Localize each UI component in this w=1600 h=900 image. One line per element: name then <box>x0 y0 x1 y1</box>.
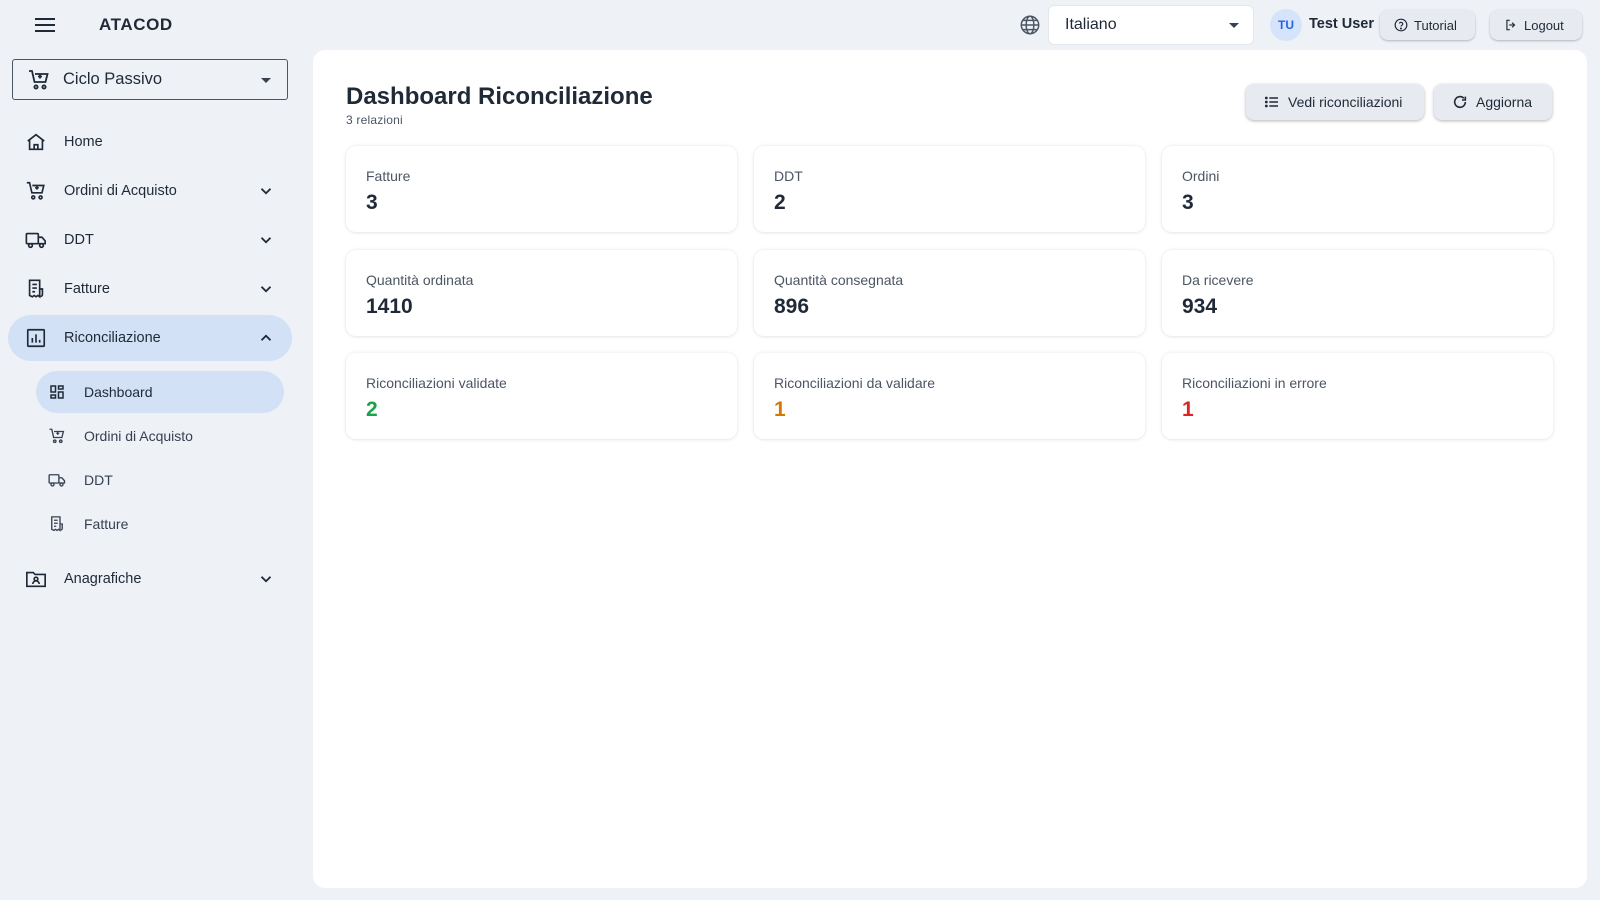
stat-card-fatture: Fatture 3 <box>346 146 737 232</box>
refresh-label: Aggiorna <box>1476 94 1533 110</box>
chevron-down-icon <box>257 280 275 298</box>
stat-card-ordini: Ordini 3 <box>1162 146 1553 232</box>
refresh-button[interactable]: Aggiorna <box>1434 84 1552 120</box>
chevron-down-icon <box>257 231 275 249</box>
language-select[interactable]: Italiano <box>1048 5 1254 45</box>
view-reconciliations-button[interactable]: Vedi riconciliazioni <box>1246 84 1424 120</box>
help-circle-icon <box>1394 18 1408 32</box>
stat-value: 1 <box>774 398 786 421</box>
stat-value: 3 <box>1182 191 1194 214</box>
view-reconciliations-label: Vedi riconciliazioni <box>1288 94 1403 110</box>
stat-value: 2 <box>774 191 786 214</box>
stat-label: Quantità ordinata <box>366 272 474 288</box>
app-brand: ATACOD <box>99 15 173 34</box>
sidebar-item-label: Home <box>64 134 103 150</box>
subnav-item-label: Ordini di Acquisto <box>84 428 193 444</box>
logout-icon <box>1504 18 1518 32</box>
chart-icon <box>24 326 48 350</box>
sidebar-item-label: Riconciliazione <box>64 330 161 346</box>
tutorial-label: Tutorial <box>1414 17 1457 33</box>
subnav-item-ddt[interactable]: DDT <box>36 459 284 501</box>
cycle-value: Ciclo Passivo <box>63 70 163 88</box>
list-icon <box>1264 94 1280 110</box>
sidebar-item-label: Anagrafiche <box>64 571 142 587</box>
dashboard-icon <box>48 383 66 401</box>
receipt-icon <box>24 277 48 301</box>
cart-icon <box>48 427 66 445</box>
sidebar-item-ddt[interactable]: DDT <box>8 217 292 263</box>
page-subtitle: 3 relazioni <box>346 113 403 127</box>
receipt-icon <box>48 515 66 533</box>
globe-icon <box>1019 14 1041 36</box>
avatar[interactable]: TU <box>1270 9 1302 41</box>
logout-button[interactable]: Logout <box>1490 10 1582 40</box>
stat-label: Riconciliazioni da validare <box>774 375 936 391</box>
stat-label: Fatture <box>366 168 411 184</box>
tutorial-button[interactable]: Tutorial <box>1380 10 1475 40</box>
truck-icon <box>48 471 66 489</box>
stat-card-quantita-ordinata: Quantità ordinata 1410 <box>346 250 737 336</box>
sidebar-item-home[interactable]: Home <box>8 119 292 165</box>
subnav-item-label: Dashboard <box>84 384 153 400</box>
home-icon <box>24 130 48 154</box>
stat-label: Da ricevere <box>1182 272 1254 288</box>
cart-icon <box>24 179 48 203</box>
caret-down-icon <box>261 78 271 83</box>
language-value: Italiano <box>1065 16 1117 33</box>
truck-icon <box>24 228 48 252</box>
chevron-up-icon <box>257 329 275 347</box>
stat-label: Ordini <box>1182 168 1220 184</box>
subnav-item-ordini[interactable]: Ordini di Acquisto <box>36 415 284 457</box>
sidebar-item-label: Fatture <box>64 281 110 297</box>
stat-value: 2 <box>366 398 378 421</box>
subnav-item-label: DDT <box>84 472 113 488</box>
stat-card-da-validare: Riconciliazioni da validare 1 <box>754 353 1145 439</box>
sidebar-item-ordini[interactable]: Ordini di Acquisto <box>8 168 292 214</box>
stat-label: Riconciliazioni in errore <box>1182 375 1327 391</box>
logout-label: Logout <box>1524 17 1564 33</box>
sidebar-item-fatture[interactable]: Fatture <box>8 266 292 312</box>
cart-icon <box>27 68 51 92</box>
stat-value: 3 <box>366 191 378 214</box>
stat-card-ddt: DDT 2 <box>754 146 1145 232</box>
user-name: Test User <box>1309 16 1375 32</box>
stat-label: Quantità consegnata <box>774 272 904 288</box>
sidebar-item-label: DDT <box>64 232 94 248</box>
sidebar-item-label: Ordini di Acquisto <box>64 183 177 199</box>
caret-down-icon <box>1229 23 1239 28</box>
cycle-select[interactable]: Ciclo Passivo <box>12 59 288 100</box>
top-bar: ATACOD Italiano TU Test User Tutorial Lo… <box>0 0 1600 50</box>
stat-label: Riconciliazioni validate <box>366 375 507 391</box>
stat-value: 896 <box>774 295 810 318</box>
stat-card-in-errore: Riconciliazioni in errore 1 <box>1162 353 1553 439</box>
subnav-item-label: Fatture <box>84 516 129 532</box>
folder-user-icon <box>24 567 48 591</box>
main-panel: Dashboard Riconciliazione 3 relazioni Ve… <box>313 50 1587 888</box>
stat-value: 934 <box>1182 295 1218 318</box>
sidebar-item-anagrafiche[interactable]: Anagrafiche <box>8 556 292 602</box>
stat-card-quantita-consegnata: Quantità consegnata 896 <box>754 250 1145 336</box>
subnav-item-dashboard[interactable]: Dashboard <box>36 371 284 413</box>
chevron-down-icon <box>257 182 275 200</box>
stat-card-validate: Riconciliazioni validate 2 <box>346 353 737 439</box>
stat-value: 1410 <box>366 295 413 318</box>
stat-label: DDT <box>774 168 803 184</box>
stat-card-da-ricevere: Da ricevere 934 <box>1162 250 1553 336</box>
subnav-item-fatture[interactable]: Fatture <box>36 503 284 545</box>
refresh-icon <box>1452 94 1468 110</box>
stat-value: 1 <box>1182 398 1194 421</box>
page-title: Dashboard Riconciliazione <box>346 83 653 110</box>
sidebar-item-riconciliazione[interactable]: Riconciliazione <box>8 315 292 361</box>
menu-icon[interactable] <box>30 11 60 39</box>
chevron-down-icon <box>257 570 275 588</box>
